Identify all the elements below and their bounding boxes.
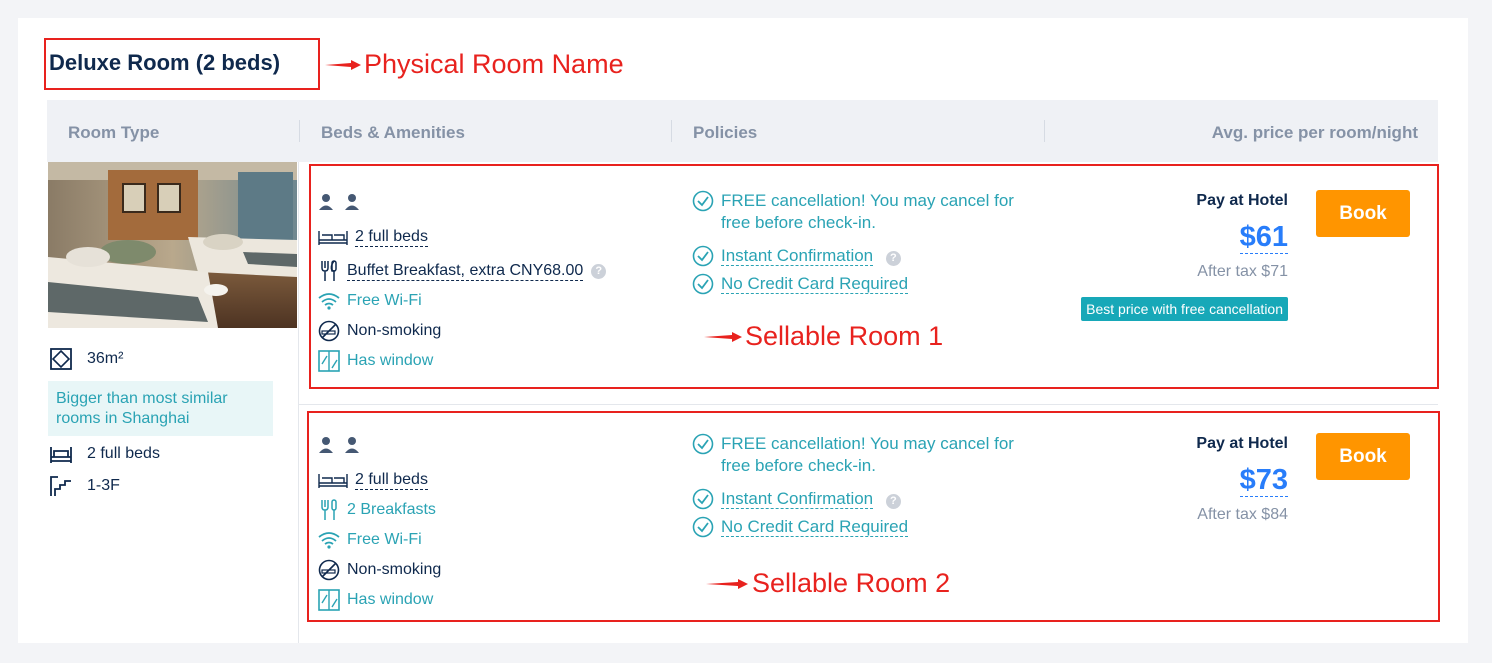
annotation-physical-room: Physical Room Name <box>364 49 624 79</box>
room-size: 36m² <box>49 347 123 371</box>
room-floor: 1-3F <box>49 474 120 498</box>
offer1-beds-text[interactable]: 2 full beds <box>355 228 428 247</box>
offer2-policy-card: No Credit Card Required <box>692 516 909 538</box>
offer1-policy-card: No Credit Card Required <box>692 273 909 295</box>
bed-icon <box>50 447 72 463</box>
offer2-policy-confirm-text[interactable]: Instant Confirmation <box>721 489 874 509</box>
offer1-policy-cancel-text: FREE cancellation! You may cancel for fr… <box>721 191 1014 232</box>
offer1-book-button[interactable]: Book <box>1316 190 1410 237</box>
offer2-book-button[interactable]: Book <box>1316 433 1410 480</box>
offer2-policy-cancel-text: FREE cancellation! You may cancel for fr… <box>721 434 1014 475</box>
offer2-after-tax: After tax $84 <box>1197 506 1288 523</box>
room-floor-value: 1-3F <box>87 477 120 494</box>
offer2-beds-text[interactable]: 2 full beds <box>355 471 428 490</box>
offer2-wifi-text: Free Wi-Fi <box>347 531 422 548</box>
offer2-window: Has window <box>318 589 433 611</box>
guests-icon <box>319 437 359 453</box>
wifi-icon <box>318 529 340 551</box>
no-smoking-icon <box>318 320 340 342</box>
column-divider <box>298 162 299 643</box>
help-icon[interactable]: ? <box>885 251 901 266</box>
room-size-note: Bigger than most similar rooms in Shangh… <box>48 381 273 436</box>
window-icon <box>318 350 340 372</box>
bed-icon <box>318 226 348 248</box>
offer2-policy-confirm: Instant Confirmation ? <box>692 488 901 510</box>
offer2-breakfast-text: 2 Breakfasts <box>347 501 436 518</box>
room-size-icon <box>50 348 72 370</box>
offer1-badge: Best price with free cancellation <box>1081 297 1288 321</box>
row-divider <box>299 404 1438 405</box>
check-circle-icon <box>692 273 714 295</box>
room-title: Deluxe Room (2 beds) <box>49 50 281 75</box>
help-icon[interactable]: ? <box>885 494 901 509</box>
offer1-wifi-text: Free Wi-Fi <box>347 292 422 309</box>
offer1-smoking-text: Non-smoking <box>347 322 442 339</box>
help-icon[interactable]: ? <box>591 263 607 279</box>
offer2-window-text: Has window <box>347 591 434 608</box>
stairs-icon <box>50 476 71 496</box>
offer1-after-tax: After tax $71 <box>1197 263 1288 280</box>
check-circle-icon <box>692 190 714 212</box>
annotation-sellable-2: Sellable Room 2 <box>752 568 951 598</box>
offer2-pay-label: Pay at Hotel <box>1196 435 1288 452</box>
offer1-policy-confirm-text[interactable]: Instant Confirmation <box>721 246 874 266</box>
window-icon <box>318 589 340 611</box>
offer1-policy-card-text[interactable]: No Credit Card Required <box>721 274 909 294</box>
annotation-arrow-icon <box>325 60 361 70</box>
utensils-icon <box>318 499 340 521</box>
offer1-window-text: Has window <box>347 352 434 369</box>
guests-icon <box>319 194 359 210</box>
offer1-beds: 2 full beds <box>318 226 428 248</box>
offer1-wifi: Free Wi-Fi <box>318 290 422 312</box>
room-beds: 2 full beds <box>49 443 160 465</box>
utensils-icon <box>318 260 340 282</box>
offer2-smoking-text: Non-smoking <box>347 561 442 578</box>
wifi-icon <box>318 290 340 312</box>
offer1-policy-cancel: FREE cancellation! You may cancel for fr… <box>692 190 1037 234</box>
bed-icon <box>318 469 348 491</box>
room-photo[interactable] <box>48 162 297 328</box>
header-avg-price: Avg. price per room/night <box>1211 123 1418 142</box>
check-circle-icon <box>692 516 714 538</box>
annotation-arrow-icon <box>704 332 742 342</box>
offer2-smoking: Non-smoking <box>318 559 441 581</box>
header-divider <box>299 120 300 142</box>
offer1-policy-confirm: Instant Confirmation ? <box>692 245 901 267</box>
offer2-breakfast: 2 Breakfasts <box>318 499 436 521</box>
room-beds-value: 2 full beds <box>87 445 160 462</box>
offer1-smoking: Non-smoking <box>318 320 441 342</box>
header-policies: Policies <box>693 123 758 142</box>
check-circle-icon <box>692 245 714 267</box>
header-divider <box>671 120 672 142</box>
offer2-beds: 2 full beds <box>318 469 428 491</box>
offer1-breakfast: Buffet Breakfast, extra CNY68.00 ? <box>318 260 607 282</box>
offer1-pay-label: Pay at Hotel <box>1196 192 1288 209</box>
room-size-value: 36m² <box>87 350 124 367</box>
annotation-arrow-icon <box>706 579 748 589</box>
header-divider <box>1044 120 1045 142</box>
offer1-price[interactable]: $61 <box>1239 221 1288 254</box>
header-beds-amenities: Beds & Amenities <box>321 123 465 142</box>
offer2-wifi: Free Wi-Fi <box>318 529 422 551</box>
offer2-policy-card-text[interactable]: No Credit Card Required <box>721 517 909 537</box>
annotation-sellable-1: Sellable Room 1 <box>745 321 944 351</box>
offer1-window: Has window <box>318 350 433 372</box>
offer2-price[interactable]: $73 <box>1239 464 1288 497</box>
check-circle-icon <box>692 433 714 455</box>
check-circle-icon <box>692 488 714 510</box>
offer2-policy-cancel: FREE cancellation! You may cancel for fr… <box>692 433 1037 477</box>
no-smoking-icon <box>318 559 340 581</box>
offer1-breakfast-text[interactable]: Buffet Breakfast, extra CNY68.00 <box>347 262 584 281</box>
header-room-type: Room Type <box>68 123 160 142</box>
